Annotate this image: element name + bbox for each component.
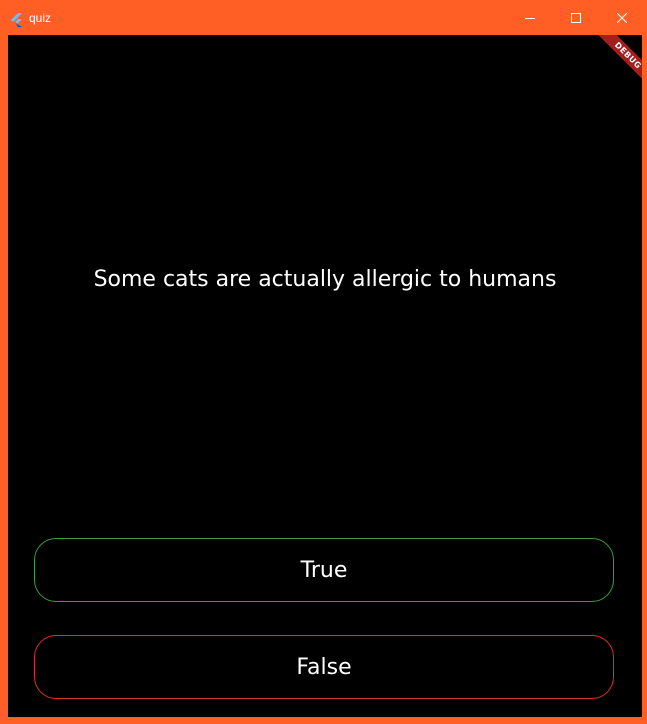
flutter-logo-icon	[10, 12, 24, 27]
minimize-icon	[525, 13, 535, 23]
debug-banner: DEBUG	[582, 35, 642, 95]
maximize-icon	[571, 13, 581, 23]
true-button-label: True	[300, 557, 348, 583]
debug-banner-label: DEBUG	[595, 35, 642, 89]
close-button[interactable]	[599, 1, 645, 35]
app-content: DEBUG Some cats are actually allergic to…	[8, 35, 642, 717]
minimize-button[interactable]	[507, 1, 553, 35]
question-text: Some cats are actually allergic to human…	[93, 267, 557, 292]
title-bar[interactable]: quiz	[1, 1, 646, 35]
true-button[interactable]: True	[34, 538, 614, 602]
close-icon	[617, 13, 627, 23]
false-button[interactable]: False	[34, 635, 614, 699]
app-window: quiz DEBUG Some cats are actually allerg…	[0, 0, 647, 724]
window-title: quiz	[29, 11, 52, 25]
maximize-button[interactable]	[553, 1, 599, 35]
false-button-label: False	[296, 654, 352, 680]
